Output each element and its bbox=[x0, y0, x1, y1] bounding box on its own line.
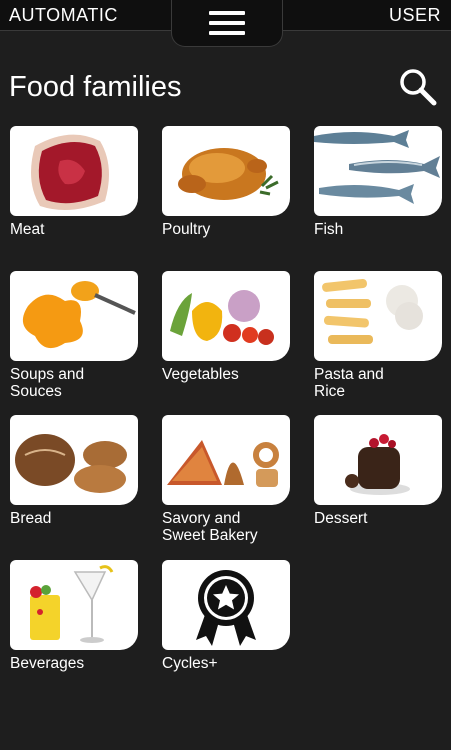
family-tile-bread[interactable]: Bread bbox=[10, 415, 140, 527]
family-label: Bread bbox=[10, 510, 52, 527]
family-tile-pasta[interactable]: Pasta and Rice bbox=[314, 271, 444, 400]
award-ribbon-icon bbox=[196, 570, 256, 646]
poultry-image bbox=[162, 126, 290, 216]
dessert-image bbox=[314, 415, 442, 505]
hamburger-menu-icon bbox=[209, 11, 245, 35]
family-label: Soups and Souces bbox=[10, 366, 85, 400]
family-label: Dessert bbox=[314, 510, 368, 527]
family-label: Fish bbox=[314, 221, 344, 238]
search-icon bbox=[400, 69, 437, 106]
beverages-image bbox=[10, 560, 138, 650]
family-tile-meat[interactable]: Meat bbox=[10, 126, 140, 238]
search-button[interactable] bbox=[398, 67, 438, 107]
family-label: Meat bbox=[10, 221, 45, 238]
pasta-image bbox=[314, 271, 442, 361]
soups-image bbox=[10, 271, 138, 361]
family-tile-dessert[interactable]: Dessert bbox=[314, 415, 444, 527]
mode-label[interactable]: AUTOMATIC bbox=[9, 5, 118, 26]
page-title: Food families bbox=[9, 71, 182, 103]
family-tile-soups[interactable]: Soups and Souces bbox=[10, 271, 140, 400]
family-label: Savory and Sweet Bakery bbox=[162, 510, 258, 544]
family-label: Beverages bbox=[10, 655, 85, 672]
family-tile-beverages[interactable]: Beverages bbox=[10, 560, 140, 672]
bakery-image bbox=[162, 415, 290, 505]
family-tile-poultry[interactable]: Poultry bbox=[162, 126, 292, 238]
family-label: Cycles+ bbox=[162, 655, 218, 672]
family-tile-vegetables[interactable]: Vegetables bbox=[162, 271, 292, 383]
family-label: Poultry bbox=[162, 221, 211, 238]
family-tile-bakery[interactable]: Savory and Sweet Bakery bbox=[162, 415, 292, 544]
menu-button[interactable] bbox=[171, 0, 283, 47]
bread-image bbox=[10, 415, 138, 505]
family-tile-fish[interactable]: Fish bbox=[314, 126, 444, 238]
cycles-image bbox=[162, 560, 290, 650]
family-label: Vegetables bbox=[162, 366, 239, 383]
family-label: Pasta and Rice bbox=[314, 366, 384, 400]
fish-image bbox=[314, 126, 442, 216]
meat-image bbox=[10, 126, 138, 216]
family-tile-cycles[interactable]: Cycles+ bbox=[162, 560, 292, 672]
user-label[interactable]: USER bbox=[389, 5, 441, 26]
vegetables-image bbox=[162, 271, 290, 361]
